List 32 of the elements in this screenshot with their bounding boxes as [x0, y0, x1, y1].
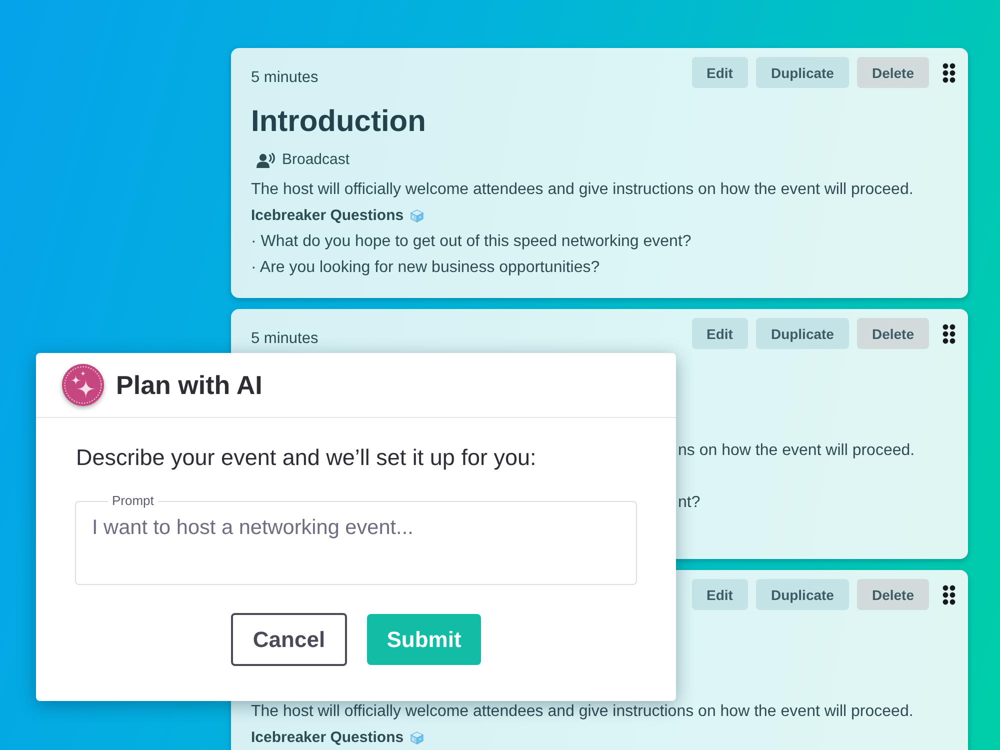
person-speaking-icon	[256, 152, 276, 168]
ice-cube-icon	[410, 731, 424, 745]
section-heading: Icebreaker Questions	[251, 728, 404, 748]
description-text: ns on how the event will proceed.	[678, 441, 915, 461]
drag-handle-icon[interactable]	[942, 324, 956, 344]
section-heading: Icebreaker Questions	[251, 206, 404, 226]
question-text: · What do you hope to get out of this speed networking event?	[251, 232, 692, 252]
description-text: The host will officially welcome attendees and give instructions on how the event will proceed.	[251, 180, 914, 200]
edit-button[interactable]: Edit	[692, 318, 748, 349]
delete-button[interactable]: Delete	[856, 579, 929, 610]
duplicate-button[interactable]: Duplicate	[756, 579, 849, 610]
ice-cube-icon	[410, 209, 424, 223]
session-title: Introduction	[251, 104, 426, 140]
format-label: Broadcast	[282, 150, 350, 170]
delete-button[interactable]: Delete	[856, 318, 929, 349]
duration-text: 5 minutes	[251, 68, 318, 88]
drag-handle-icon[interactable]	[942, 584, 956, 604]
delete-button[interactable]: Delete	[856, 57, 929, 88]
instruction-text: Describe your event and we’ll set it up for you:	[76, 444, 538, 472]
field-label: Prompt	[108, 493, 158, 509]
duplicate-button[interactable]: Duplicate	[756, 318, 849, 349]
edit-button[interactable]: Edit	[692, 579, 748, 610]
question-text: nt?	[678, 493, 700, 513]
sparkles-icon	[60, 362, 106, 408]
duplicate-button[interactable]: Duplicate	[756, 57, 849, 88]
cancel-button[interactable]: Cancel	[231, 613, 347, 666]
duration-text: 5 minutes	[251, 329, 318, 349]
dialog-title: Plan with AI	[116, 369, 262, 401]
drag-handle-icon[interactable]	[942, 62, 956, 82]
description-text: The host will officially welcome attendees and give instructions on how the event will proceed.	[251, 702, 914, 722]
question-text: · Are you looking for new business opportunities?	[251, 258, 600, 278]
edit-button[interactable]: Edit	[692, 57, 748, 88]
